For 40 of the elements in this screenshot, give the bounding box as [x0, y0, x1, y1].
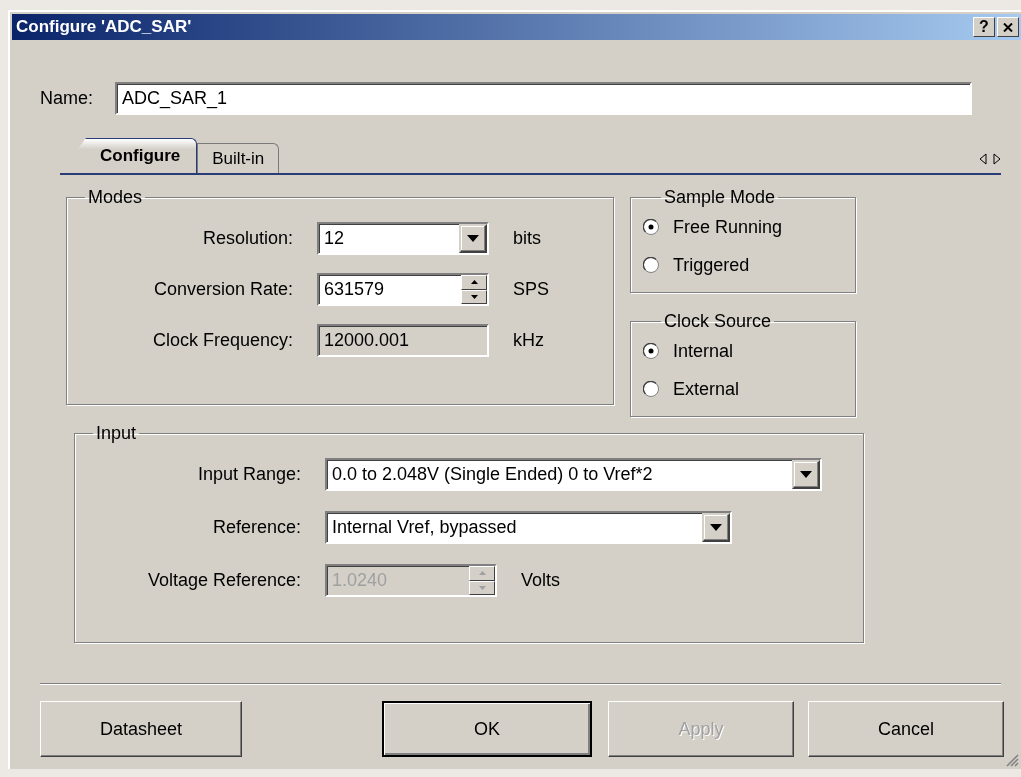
- unit-label: Volts: [521, 570, 561, 591]
- unit-label: bits: [513, 228, 541, 249]
- readonly-field[interactable]: 12000.001: [317, 324, 489, 357]
- dropdown[interactable]: Internal Vref, bypassed: [325, 511, 732, 544]
- dialog-button[interactable]: OK: [382, 701, 592, 757]
- dialog-button[interactable]: Datasheet: [40, 701, 242, 757]
- window-title: Configure 'ADC_SAR': [16, 17, 193, 37]
- field-label: Resolution:: [201, 228, 294, 249]
- name-label: Name:: [40, 88, 93, 109]
- field-label: Conversion Rate:: [152, 279, 294, 300]
- scroll-left-icon[interactable]: [979, 153, 987, 165]
- radio-label: Internal: [673, 340, 734, 362]
- radio-label: Triggered: [673, 254, 750, 276]
- help-button[interactable]: ?: [973, 17, 995, 37]
- close-icon: [1003, 22, 1013, 32]
- unit-label: SPS: [513, 279, 550, 300]
- field-label: Reference:: [211, 517, 302, 538]
- dropdown[interactable]: 0.0 to 2.048V (Single Ended) 0 to Vref*2: [325, 458, 822, 491]
- spin-up-icon[interactable]: [461, 275, 487, 290]
- radio-button[interactable]: [643, 343, 659, 359]
- group-title: Sample Mode: [663, 187, 777, 208]
- field-label: Input Range:: [196, 464, 302, 485]
- group-title: Clock Source: [663, 311, 773, 332]
- group-title: Modes: [87, 187, 144, 208]
- radio-button[interactable]: [643, 219, 659, 235]
- field-label: Clock Frequency:: [151, 330, 294, 351]
- radio-label: External: [673, 378, 740, 400]
- dialog-button[interactable]: Cancel: [808, 701, 1004, 757]
- dropdown[interactable]: 12: [317, 222, 489, 255]
- group-title: Input: [95, 423, 138, 444]
- radio-button[interactable]: [643, 257, 659, 273]
- unit-label: kHz: [513, 330, 544, 351]
- tab[interactable]: Built-in: [197, 143, 280, 173]
- field-label: Voltage Reference:: [146, 570, 302, 591]
- radio-label: Free Running: [673, 216, 783, 238]
- spin-box[interactable]: 631579: [317, 273, 489, 306]
- name-field[interactable]: ADC_SAR_1: [115, 82, 972, 115]
- close-button[interactable]: [997, 17, 1019, 37]
- radio-button[interactable]: [643, 381, 659, 397]
- scroll-right-icon[interactable]: [993, 153, 1001, 165]
